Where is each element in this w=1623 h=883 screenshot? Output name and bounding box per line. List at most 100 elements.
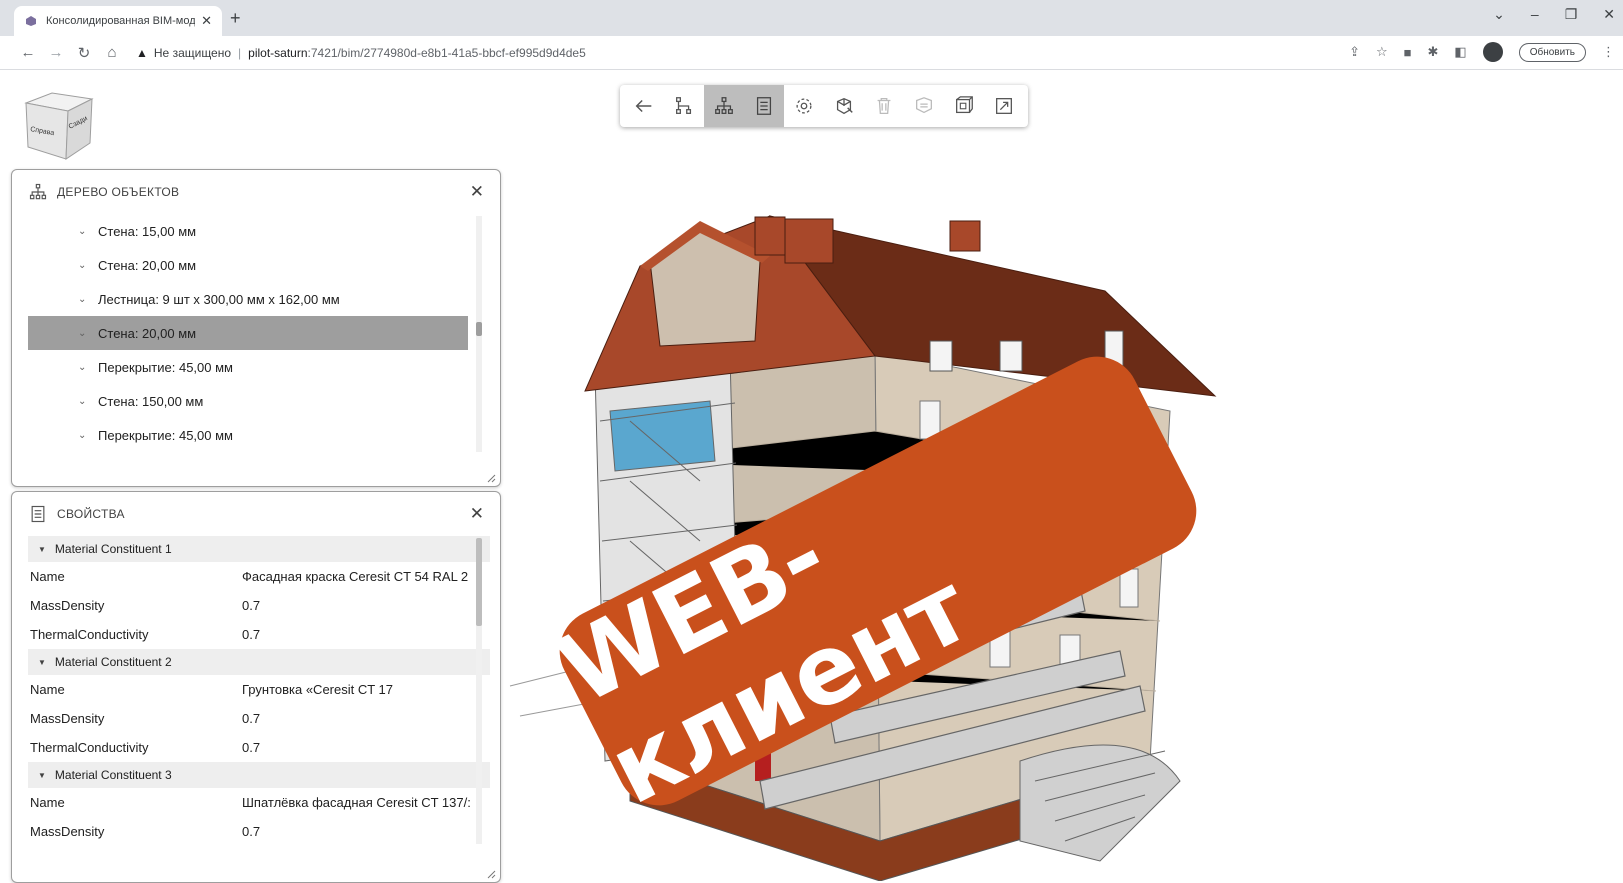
minimize-icon[interactable]: – xyxy=(1531,6,1539,23)
new-tab-icon[interactable]: + xyxy=(230,8,241,29)
tree-item[interactable]: ⌄ Стена: 15,00 мм xyxy=(28,214,468,248)
security-label: Не защищено xyxy=(153,45,232,60)
toolbar-hierarchy-path[interactable] xyxy=(664,85,704,127)
object-tree-header: ДЕРЕВО ОБЪЕКТОВ ✕ xyxy=(12,170,500,214)
chevron-down-icon[interactable]: ⌄ xyxy=(78,396,92,407)
toolbar-cube-view[interactable] xyxy=(944,85,984,127)
toolbar-layers[interactable] xyxy=(904,85,944,127)
tree-item-label: Перекрытие: 45,00 мм xyxy=(98,427,233,443)
window-controls: ⌄ – ❐ ✕ xyxy=(1493,6,1615,23)
home-icon[interactable]: ⌂ xyxy=(98,44,126,61)
property-group-name: Material Constituent 1 xyxy=(54,542,172,556)
chevron-down-icon[interactable]: ⌄ xyxy=(78,226,92,237)
toolbar-back[interactable] xyxy=(624,85,664,127)
properties-scroll-thumb[interactable] xyxy=(476,538,482,626)
forward-icon[interactable]: → xyxy=(42,44,70,61)
viewer-toolbar xyxy=(620,85,1028,127)
share-icon[interactable]: ⇪ xyxy=(1349,44,1360,60)
chevron-down-icon[interactable]: ⌄ xyxy=(78,328,92,339)
extension-icon[interactable]: ■ xyxy=(1404,45,1412,60)
property-value: Шпатлёвка фасадная Ceresit CT 137/: xyxy=(242,795,471,810)
chevron-down-icon[interactable]: ⌄ xyxy=(78,430,92,441)
property-group-header[interactable]: ▼ Material Constituent 1 xyxy=(28,536,490,562)
puzzle-icon[interactable]: ✱ xyxy=(1428,44,1439,60)
chevron-down-icon[interactable]: ⌄ xyxy=(78,294,92,305)
chevron-down-icon[interactable]: ⌄ xyxy=(78,362,92,373)
hierarchy-path-icon xyxy=(676,97,692,114)
tree-item[interactable]: ⌄ Перекрытие: 45,00 мм xyxy=(28,350,468,384)
tab-title: Консолидированная BIM-модель xyxy=(46,15,196,27)
property-group-name: Material Constituent 2 xyxy=(54,655,172,669)
toolbar-settings[interactable] xyxy=(784,85,824,127)
bookmark-star-icon[interactable]: ☆ xyxy=(1376,44,1388,60)
tab-search-icon[interactable]: ⌄ xyxy=(1493,6,1505,23)
property-value: Грунтовка «Ceresit CT 17 xyxy=(242,682,394,697)
property-key: ThermalConductivity xyxy=(30,627,149,642)
toolbar-properties[interactable] xyxy=(744,85,784,127)
property-value: 0.7 xyxy=(242,711,261,726)
tree-item-label: Перекрытие: 45,00 мм xyxy=(98,359,233,375)
tree-item-label: Стена: 20,00 мм xyxy=(98,257,197,273)
menu-kebab-icon[interactable]: ⋮ xyxy=(1602,44,1615,60)
browser-right-tools: ⇪ ☆ ■ ✱ ◧ Обновить ⋮ xyxy=(1349,42,1615,62)
property-value: 0.7 xyxy=(242,824,261,839)
tree-item[interactable]: ⌄ Стена: 150,00 мм xyxy=(28,384,468,418)
caret-down-icon[interactable]: ▼ xyxy=(38,658,46,667)
avatar[interactable] xyxy=(1482,42,1503,62)
object-tree-scroll-thumb[interactable] xyxy=(476,322,482,336)
property-key: Name xyxy=(30,569,65,584)
property-key: MassDensity xyxy=(30,824,105,839)
restore-icon[interactable]: ❐ xyxy=(1565,6,1578,23)
properties-panel: СВОЙСТВА ✕ ▼ Material Constituent 1 Name Ф… xyxy=(11,491,501,883)
bim-viewer[interactable]: Справа Сзади ДЕРЕВО ОБЪЕКТОВ ✕ ⌄ Стена: … xyxy=(0,71,1623,883)
property-row: MassDensity 0.7 xyxy=(28,817,490,846)
url-host: pilot-saturn xyxy=(248,45,308,60)
caret-down-icon[interactable]: ▼ xyxy=(38,545,46,554)
tab-close-icon[interactable]: ✕ xyxy=(201,13,212,29)
property-value: 0.7 xyxy=(242,740,261,755)
resize-handle-icon[interactable] xyxy=(486,869,496,879)
window-close-icon[interactable]: ✕ xyxy=(1603,6,1615,23)
side-panel-icon[interactable]: ◧ xyxy=(1454,44,1466,60)
object-tree-scrollbar[interactable] xyxy=(476,216,482,452)
object-tree-icon xyxy=(29,183,47,200)
caret-down-icon[interactable]: ▼ xyxy=(38,771,46,780)
property-row: ThermalConductivity 0.7 xyxy=(28,733,490,762)
property-value: 0.7 xyxy=(242,598,261,613)
resize-handle-icon[interactable] xyxy=(486,473,496,483)
object-tree-list: ⌄ Стена: 15,00 мм ⌄ Стена: 20,00 мм ⌄ Лестн… xyxy=(28,214,468,452)
properties-scrollbar[interactable] xyxy=(476,538,482,844)
tree-item[interactable]: ⌄ Перекрытие: 45,00 мм xyxy=(28,418,468,452)
address-separator: | xyxy=(238,45,242,60)
tree-item[interactable]: ⌄ Стена: 20,00 мм xyxy=(28,248,468,282)
tree-item-label: Стена: 15,00 мм xyxy=(98,223,197,239)
browser-tab[interactable]: Консолидированная BIM-модель ✕ xyxy=(14,6,222,36)
property-group-header[interactable]: ▼ Material Constituent 3 xyxy=(28,762,490,788)
properties-close-icon[interactable]: ✕ xyxy=(470,504,484,524)
toolbar-delete[interactable] xyxy=(864,85,904,127)
properties-list: ▼ Material Constituent 1 Name Фасадная кра… xyxy=(28,536,490,846)
tree-item-selected[interactable]: ⌄ Стена: 20,00 мм xyxy=(28,316,468,350)
properties-title: СВОЙСТВА xyxy=(57,507,125,521)
property-key: Name xyxy=(30,682,65,697)
layers-icon xyxy=(916,97,932,114)
update-button[interactable]: Обновить xyxy=(1518,42,1586,62)
property-group-header[interactable]: ▼ Material Constituent 2 xyxy=(28,649,490,675)
toolbar-object-tree[interactable] xyxy=(704,85,744,127)
property-row: ThermalConductivity 0.7 xyxy=(28,620,490,649)
back-icon[interactable]: ← xyxy=(14,44,42,61)
property-value: Фасадная краска Ceresit CT 54 RAL 2 xyxy=(242,569,469,584)
navigation-cube[interactable]: Справа Сзади xyxy=(22,89,96,163)
reload-icon[interactable]: ↻ xyxy=(70,44,98,62)
properties-icon xyxy=(756,97,772,115)
back-arrow-icon xyxy=(635,99,652,113)
tree-item[interactable]: ⌄ Лестница: 9 шт x 300,00 мм x 162,00 мм xyxy=(28,282,468,316)
property-value: 0.7 xyxy=(242,627,261,642)
warning-icon[interactable]: ▲ xyxy=(136,46,148,60)
toolbar-section-box[interactable] xyxy=(824,85,864,127)
toolbar-fullscreen[interactable] xyxy=(984,85,1024,127)
address-bar[interactable]: ▲ Не защищено | pilot-saturn :7421/bim/2… xyxy=(136,46,586,60)
object-tree-close-icon[interactable]: ✕ xyxy=(470,182,484,202)
chevron-down-icon[interactable]: ⌄ xyxy=(78,260,92,271)
tree-item-label: Лестница: 9 шт x 300,00 мм x 162,00 мм xyxy=(98,291,340,307)
